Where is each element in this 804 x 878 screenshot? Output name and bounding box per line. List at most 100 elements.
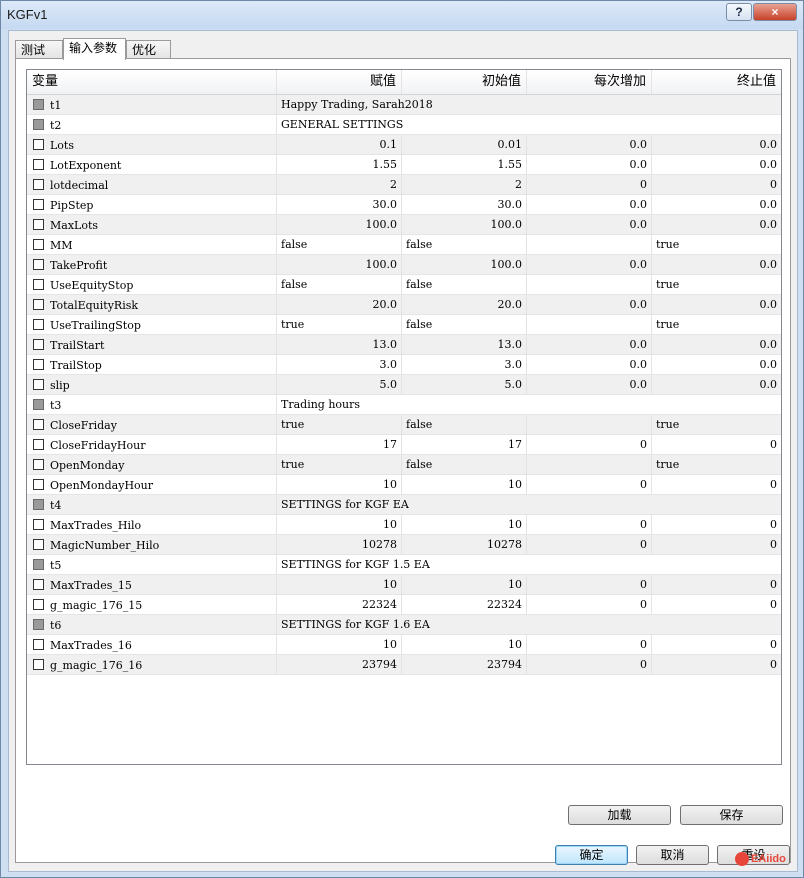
value-cell[interactable]: Trading hours (277, 395, 781, 414)
variable-cell[interactable]: t4 (27, 495, 277, 514)
optimize-checkbox[interactable] (33, 318, 44, 330)
start-cell[interactable]: false (402, 315, 527, 334)
value-cell[interactable]: 10 (277, 635, 402, 654)
optimize-checkbox[interactable] (33, 238, 44, 250)
start-cell[interactable]: 17 (402, 435, 527, 454)
stop-cell[interactable]: 0.0 (652, 135, 781, 154)
optimize-checkbox[interactable] (33, 478, 44, 490)
value-cell[interactable]: 23794 (277, 655, 402, 674)
start-cell[interactable]: 0.01 (402, 135, 527, 154)
table-row[interactable]: TotalEquityRisk 20.0 20.0 0.0 0.0 (27, 295, 781, 315)
step-cell[interactable] (527, 415, 652, 434)
column-header-stop[interactable]: 终止值 (652, 70, 781, 94)
table-row[interactable]: UseEquityStop false false true (27, 275, 781, 295)
value-cell[interactable]: 10 (277, 575, 402, 594)
stop-cell[interactable]: 0 (652, 635, 781, 654)
stop-cell[interactable]: 0.0 (652, 195, 781, 214)
tab-inputs[interactable]: 输入参数 (63, 38, 126, 60)
column-header-value[interactable]: 赋值 (277, 70, 402, 94)
optimize-checkbox[interactable] (33, 498, 44, 510)
value-cell[interactable]: 20.0 (277, 295, 402, 314)
stop-cell[interactable]: 0 (652, 175, 781, 194)
value-cell[interactable]: 10 (277, 475, 402, 494)
stop-cell[interactable]: 0 (652, 535, 781, 554)
value-cell[interactable]: SETTINGS for KGF 1.5 EA (277, 555, 781, 574)
table-row[interactable]: MaxTrades_Hilo 10 10 0 0 (27, 515, 781, 535)
step-cell[interactable]: 0.0 (527, 375, 652, 394)
table-row[interactable]: g_magic_176_16 23794 23794 0 0 (27, 655, 781, 675)
step-cell[interactable]: 0 (527, 575, 652, 594)
stop-cell[interactable]: 0.0 (652, 295, 781, 314)
optimize-checkbox[interactable] (33, 118, 44, 130)
table-row[interactable]: MagicNumber_Hilo 10278 10278 0 0 (27, 535, 781, 555)
start-cell[interactable]: 10 (402, 575, 527, 594)
start-cell[interactable]: 2 (402, 175, 527, 194)
tab-optimization[interactable]: 优化 (126, 40, 171, 59)
value-cell[interactable]: 5.0 (277, 375, 402, 394)
step-cell[interactable]: 0.0 (527, 295, 652, 314)
step-cell[interactable]: 0.0 (527, 255, 652, 274)
optimize-checkbox[interactable] (33, 98, 44, 110)
optimize-checkbox[interactable] (33, 618, 44, 630)
table-row[interactable]: TrailStart 13.0 13.0 0.0 0.0 (27, 335, 781, 355)
table-row[interactable]: UseTrailingStop true false true (27, 315, 781, 335)
start-cell[interactable]: 30.0 (402, 195, 527, 214)
cancel-button[interactable]: 取消 (636, 845, 709, 865)
value-cell[interactable]: 13.0 (277, 335, 402, 354)
variable-cell[interactable]: UseTrailingStop (27, 315, 277, 334)
stop-cell[interactable]: true (652, 455, 781, 474)
table-row[interactable]: t4 SETTINGS for KGF EA (27, 495, 781, 515)
stop-cell[interactable]: 0 (652, 515, 781, 534)
table-row[interactable]: Lots 0.1 0.01 0.0 0.0 (27, 135, 781, 155)
value-cell[interactable]: GENERAL SETTINGS (277, 115, 781, 134)
optimize-checkbox[interactable] (33, 218, 44, 230)
stop-cell[interactable]: true (652, 415, 781, 434)
table-row[interactable]: CloseFriday true false true (27, 415, 781, 435)
optimize-checkbox[interactable] (33, 398, 44, 410)
table-row[interactable]: PipStep 30.0 30.0 0.0 0.0 (27, 195, 781, 215)
optimize-checkbox[interactable] (33, 358, 44, 370)
start-cell[interactable]: false (402, 275, 527, 294)
table-row[interactable]: t3 Trading hours (27, 395, 781, 415)
optimize-checkbox[interactable] (33, 278, 44, 290)
start-cell[interactable]: 13.0 (402, 335, 527, 354)
start-cell[interactable]: 23794 (402, 655, 527, 674)
value-cell[interactable]: 3.0 (277, 355, 402, 374)
variable-cell[interactable]: Lots (27, 135, 277, 154)
step-cell[interactable]: 0.0 (527, 335, 652, 354)
value-cell[interactable]: false (277, 275, 402, 294)
variable-cell[interactable]: MaxTrades_15 (27, 575, 277, 594)
close-button[interactable]: × (753, 3, 797, 21)
optimize-checkbox[interactable] (33, 138, 44, 150)
optimize-checkbox[interactable] (33, 558, 44, 570)
step-cell[interactable]: 0.0 (527, 195, 652, 214)
variable-cell[interactable]: t1 (27, 95, 277, 114)
start-cell[interactable]: false (402, 415, 527, 434)
stop-cell[interactable]: true (652, 235, 781, 254)
variable-cell[interactable]: slip (27, 375, 277, 394)
optimize-checkbox[interactable] (33, 458, 44, 470)
optimize-checkbox[interactable] (33, 638, 44, 650)
optimize-checkbox[interactable] (33, 418, 44, 430)
table-row[interactable]: t1 Happy Trading, Sarah2018 (27, 95, 781, 115)
step-cell[interactable]: 0.0 (527, 355, 652, 374)
step-cell[interactable] (527, 235, 652, 254)
table-row[interactable]: g_magic_176_15 22324 22324 0 0 (27, 595, 781, 615)
variable-cell[interactable]: t2 (27, 115, 277, 134)
variable-cell[interactable]: g_magic_176_16 (27, 655, 277, 674)
ok-button[interactable]: 确定 (555, 845, 628, 865)
step-cell[interactable] (527, 275, 652, 294)
start-cell[interactable]: 22324 (402, 595, 527, 614)
start-cell[interactable]: 100.0 (402, 215, 527, 234)
column-header-variable[interactable]: 变量 (27, 70, 277, 94)
table-row[interactable]: LotExponent 1.55 1.55 0.0 0.0 (27, 155, 781, 175)
value-cell[interactable]: 10 (277, 515, 402, 534)
optimize-checkbox[interactable] (33, 438, 44, 450)
value-cell[interactable]: 22324 (277, 595, 402, 614)
table-row[interactable]: MaxTrades_15 10 10 0 0 (27, 575, 781, 595)
value-cell[interactable]: SETTINGS for KGF 1.6 EA (277, 615, 781, 634)
step-cell[interactable]: 0 (527, 475, 652, 494)
step-cell[interactable]: 0 (527, 595, 652, 614)
stop-cell[interactable]: true (652, 275, 781, 294)
variable-cell[interactable]: TrailStart (27, 335, 277, 354)
